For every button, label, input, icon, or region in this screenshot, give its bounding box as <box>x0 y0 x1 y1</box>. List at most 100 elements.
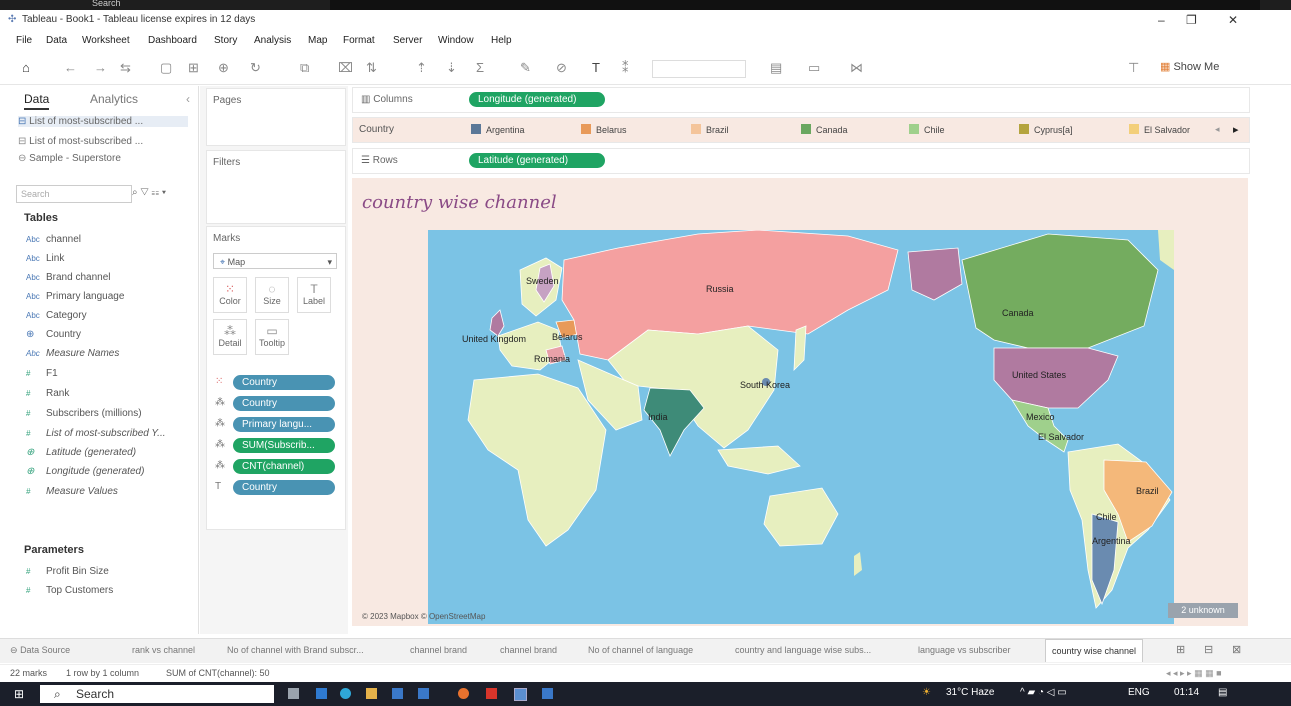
tooltips-icon[interactable]: ▤ <box>770 60 782 76</box>
mark-pill-country-label[interactable]: Country <box>233 480 335 495</box>
menu-help[interactable]: Help <box>491 35 512 46</box>
notifications-icon[interactable]: ▤ <box>1218 687 1227 698</box>
field-item[interactable]: ⊕ Latitude (generated) <box>26 447 136 458</box>
mark-pill-country-color[interactable]: Country <box>233 375 335 390</box>
new-worksheet-icon[interactable]: ⊞ <box>1176 643 1185 656</box>
save-icon[interactable]: ▢ <box>160 60 172 76</box>
new-datasource-icon[interactable]: ⊞ <box>188 60 199 76</box>
columns-pill[interactable]: Longitude (generated) <box>469 92 605 107</box>
map-canvas[interactable]: Sweden Russia Belarus United Kingdom Rom… <box>428 230 1174 624</box>
menu-story[interactable]: Story <box>214 35 237 46</box>
edge-icon[interactable] <box>340 688 351 699</box>
data-source-icon[interactable]: ⇆ <box>120 60 131 76</box>
legend-next-icon[interactable]: ▸ <box>1233 123 1239 136</box>
restore-icon[interactable]: ❐ <box>1186 13 1197 27</box>
legend-prev-icon[interactable]: ◂ <box>1215 124 1220 135</box>
columns-shelf[interactable]: ▥ Columns Longitude (generated) <box>352 87 1250 113</box>
app-icon[interactable] <box>542 688 553 699</box>
menu-map[interactable]: Map <box>308 35 327 46</box>
sheet-tab[interactable]: country and language wise subs... <box>735 645 871 655</box>
presentation-icon[interactable]: ▭ <box>808 60 820 76</box>
field-item[interactable]: ⊕ Longitude (generated) <box>26 466 144 477</box>
show-me-button[interactable]: ▦ Show Me <box>1160 60 1219 73</box>
pin-icon[interactable]: ⊤ <box>1128 60 1139 76</box>
legend-item[interactable]: Belarus <box>581 124 627 135</box>
field-item[interactable]: Abc Category <box>26 310 87 321</box>
mark-pill-language[interactable]: Primary langu... <box>233 417 335 432</box>
field-item[interactable]: Abc Link <box>26 253 64 264</box>
sheet-tab-active[interactable]: country wise channel <box>1045 639 1144 662</box>
menu-analysis[interactable]: Analysis <box>254 35 291 46</box>
taskbar-search-input[interactable]: ⌕ Search <box>40 685 274 703</box>
sheet-tab[interactable]: channel brand <box>410 645 467 655</box>
legend-item[interactable]: Brazil <box>691 124 729 135</box>
sheet-tab[interactable]: rank vs channel <box>132 645 195 655</box>
datasource-item[interactable]: ⊟ List of most-subscribed ... <box>18 116 188 127</box>
new-story-icon[interactable]: ⊠ <box>1232 643 1241 656</box>
datasource-item[interactable]: ⊖ Sample - Superstore <box>18 153 121 164</box>
tooltip-button[interactable]: ▭ Tooltip <box>255 319 289 355</box>
menu-dashboard[interactable]: Dashboard <box>148 35 197 46</box>
home-icon[interactable]: ⌂ <box>22 60 30 75</box>
task-view-icon[interactable] <box>288 688 299 699</box>
legend-item[interactable]: Argentina <box>471 124 525 135</box>
tableau-taskbar-icon[interactable] <box>514 688 527 701</box>
menu-format[interactable]: Format <box>343 35 375 46</box>
close-icon[interactable]: ✕ <box>1228 13 1238 27</box>
field-item[interactable]: Abc Measure Names <box>26 348 119 359</box>
firefox-icon[interactable] <box>458 688 469 699</box>
mark-type-dropdown[interactable]: ⌖ Map ▾ <box>213 253 337 269</box>
weather-label[interactable]: 31°C Haze <box>946 687 994 698</box>
sort-asc-icon[interactable]: ⇡ <box>416 60 427 76</box>
group-icon[interactable]: ⊘ <box>556 60 567 76</box>
undo-icon[interactable]: ← <box>64 60 77 75</box>
mark-pill-country-detail[interactable]: Country <box>233 396 335 411</box>
menu-file[interactable]: File <box>16 35 32 46</box>
legend-item[interactable]: Cyprus[a] <box>1019 124 1073 135</box>
rows-pill[interactable]: Latitude (generated) <box>469 153 605 168</box>
sheet-tab[interactable]: No of channel of language <box>588 645 693 655</box>
refresh-icon[interactable]: ↻ <box>250 60 261 76</box>
menu-window[interactable]: Window <box>438 35 474 46</box>
new-dashboard-icon[interactable]: ⊟ <box>1204 643 1213 656</box>
tab-analytics[interactable]: Analytics <box>90 92 138 106</box>
system-tray-icons[interactable]: ^ ▰ ◔ ◁ ▭ <box>1020 687 1067 698</box>
menu-data[interactable]: Data <box>46 35 67 46</box>
label-button[interactable]: T Label <box>297 277 331 313</box>
collapse-pane-icon[interactable]: ‹ <box>186 92 190 106</box>
sheet-tab[interactable]: language vs subscriber <box>918 645 1011 655</box>
field-item[interactable]: # Measure Values <box>26 486 118 497</box>
unknown-indicator[interactable]: 2 unknown <box>1168 603 1238 618</box>
field-item[interactable]: # Subscribers (millions) <box>26 408 142 419</box>
map-copyright[interactable]: © 2023 Mapbox © OpenStreetMap <box>362 612 485 621</box>
field-item[interactable]: Abc channel <box>26 234 81 245</box>
fit-dropdown[interactable] <box>652 60 746 78</box>
legend-item[interactable]: Chile <box>909 124 945 135</box>
color-button[interactable]: ⁙ Color <box>213 277 247 313</box>
menu-server[interactable]: Server <box>393 35 422 46</box>
tab-data[interactable]: Data <box>24 92 50 110</box>
labels-icon[interactable]: T <box>592 60 600 75</box>
menu-worksheet[interactable]: Worksheet <box>82 35 130 46</box>
file-explorer-icon[interactable] <box>366 688 377 699</box>
datasource-item[interactable]: ⊟ List of most-subscribed ... <box>18 136 143 147</box>
rows-shelf[interactable]: ☰ Rows Latitude (generated) <box>352 148 1250 174</box>
legend-item[interactable]: Canada <box>801 124 848 135</box>
acrobat-icon[interactable] <box>486 688 497 699</box>
clock[interactable]: 01:14 <box>1174 687 1199 698</box>
redo-icon[interactable]: → <box>94 60 107 75</box>
field-item[interactable]: # List of most-subscribed Y... <box>26 428 166 439</box>
sheet-nav-icon[interactable]: ◂ ◂ ▸ ▸ ▦ ▦ ■ <box>1166 668 1222 679</box>
totals-icon[interactable]: Σ <box>476 60 484 75</box>
field-item[interactable]: ⊕ Country <box>26 329 81 340</box>
swap-icon[interactable]: ⇅ <box>366 60 377 76</box>
search-input[interactable]: Search <box>16 185 132 203</box>
minimize-icon[interactable]: – <box>1158 13 1165 27</box>
field-item[interactable]: # F1 <box>26 368 58 379</box>
legend-item[interactable]: El Salvador <box>1129 124 1190 135</box>
sort-desc-icon[interactable]: ⇣ <box>446 60 457 76</box>
new-sheet-icon[interactable]: ⊕ <box>218 60 229 76</box>
field-item[interactable]: Abc Brand channel <box>26 272 111 283</box>
size-button[interactable]: ◌ Size <box>255 277 289 313</box>
fix-axes-icon[interactable]: ⁑ <box>622 60 629 76</box>
